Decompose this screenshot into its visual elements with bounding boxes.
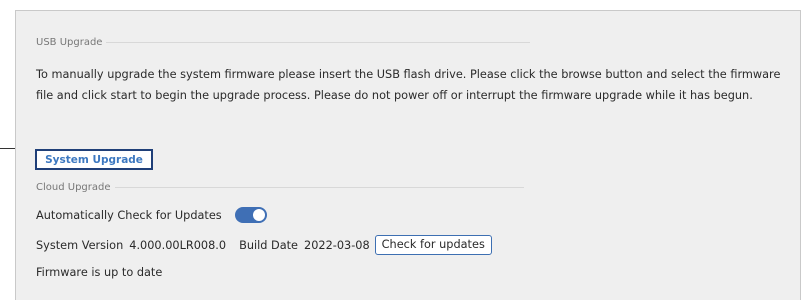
toggle-knob: [252, 209, 265, 221]
cloud-upgrade-section-title: Cloud Upgrade: [36, 182, 524, 193]
build-date-label: Build Date: [239, 238, 299, 252]
firmware-status-text: Firmware is up to date: [36, 266, 163, 279]
cloud-upgrade-title: Cloud Upgrade: [36, 182, 111, 193]
auto-check-toggle[interactable]: [234, 207, 267, 223]
build-date-value: 2022-03-08: [304, 238, 370, 252]
section-divider: [106, 42, 531, 43]
system-upgrade-button[interactable]: System Upgrade: [35, 149, 153, 170]
check-for-updates-button[interactable]: Check for updates: [374, 235, 492, 255]
usb-upgrade-description: To manually upgrade the system firmware …: [36, 68, 781, 102]
auto-check-row: Automatically Check for Updates: [36, 207, 267, 223]
usb-upgrade-section-title: USB Upgrade: [36, 37, 531, 48]
system-version-value: 4.000.00LR008.0: [129, 238, 227, 252]
usb-upgrade-title: USB Upgrade: [36, 37, 103, 48]
section-divider: [114, 187, 524, 188]
system-version-label: System Version: [36, 238, 124, 252]
firmware-status: Firmware is up to date: [36, 266, 162, 279]
version-row: System Version 4.000.00LR008.0 Build Dat…: [36, 235, 492, 255]
settings-panel: USB Upgrade To manually upgrade the syst…: [15, 10, 801, 300]
auto-check-label: Automatically Check for Updates: [36, 208, 222, 222]
